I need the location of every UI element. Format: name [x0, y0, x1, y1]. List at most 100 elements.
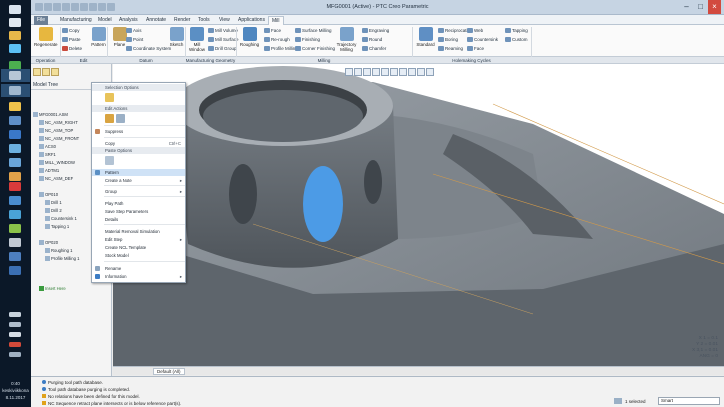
- menu-item-details[interactable]: Details: [92, 216, 185, 223]
- tree-row[interactable]: Countersink 1: [45, 215, 77, 222]
- tree-row[interactable]: ADTM1: [39, 167, 59, 174]
- menu-item-suppress[interactable]: Suppress: [92, 128, 185, 135]
- custom-button[interactable]: Custom: [505, 37, 528, 42]
- tree-row[interactable]: SRF1: [39, 151, 56, 158]
- maximize-icon[interactable]: □: [694, 0, 707, 14]
- menu-item-save-step-parameters[interactable]: Save Step Parameters: [92, 208, 185, 215]
- tapping-button[interactable]: Tapping: [505, 28, 528, 33]
- roughing-button[interactable]: Roughing: [238, 26, 261, 53]
- tree-row[interactable]: Profile Milling 1: [45, 255, 79, 262]
- annotation-display-icon[interactable]: [426, 68, 434, 76]
- tree-row[interactable]: OP010: [39, 191, 58, 198]
- mill-window-button[interactable]: Mill Window: [187, 26, 207, 53]
- menu-item-rename[interactable]: Rename: [92, 265, 185, 272]
- graphics-area[interactable]: X 1 = 0.1 Y 2 = 0.01 X 3,1 = 0.01 ANG = …: [113, 64, 724, 366]
- tray-cloud-icon[interactable]: [9, 322, 21, 327]
- tray-network-icon[interactable]: [9, 312, 21, 317]
- menu-item-create-note[interactable]: Create a Note ▸: [92, 177, 185, 184]
- selection-filter-dropdown[interactable]: Smart: [658, 397, 720, 405]
- taskbar-app-icon[interactable]: [9, 252, 21, 261]
- tree-row[interactable]: Drill 2: [45, 207, 62, 214]
- highlighted-hole[interactable]: [303, 166, 343, 242]
- group-operation[interactable]: Operation: [31, 57, 60, 64]
- datum-display-icon[interactable]: [408, 68, 416, 76]
- paste-button[interactable]: Paste: [62, 37, 81, 42]
- web-button[interactable]: Web: [467, 28, 483, 33]
- tree-row[interactable]: OP020: [39, 239, 58, 246]
- regenerate-button[interactable]: Regenerate: [34, 26, 58, 53]
- taskbar-app-icon[interactable]: [9, 196, 21, 205]
- tab-file[interactable]: File: [34, 16, 49, 25]
- tray-volume-icon[interactable]: [9, 332, 21, 337]
- tab-analysis[interactable]: Analysis: [116, 16, 141, 25]
- group-milling[interactable]: Milling: [236, 57, 412, 64]
- windows-start-icon[interactable]: [9, 5, 21, 14]
- tray-notification-icon[interactable]: [9, 342, 21, 347]
- insert-here-row[interactable]: Insert Here: [39, 285, 66, 292]
- tab-mill[interactable]: Mill: [268, 16, 284, 25]
- taskbar-app-icon[interactable]: [9, 172, 21, 181]
- tray-time[interactable]: 0:40: [0, 381, 31, 386]
- menu-item-information[interactable]: Information ▸: [92, 273, 185, 280]
- minimize-icon[interactable]: –: [680, 0, 693, 14]
- menu-item-create-template[interactable]: Create NCL Template: [92, 244, 185, 251]
- display-style-icon[interactable]: [381, 68, 389, 76]
- tab-tools[interactable]: Tools: [195, 16, 213, 25]
- round-button[interactable]: Round: [362, 37, 382, 42]
- tray-keyboard-icon[interactable]: [9, 352, 21, 357]
- taskbar-app-icon[interactable]: [9, 224, 21, 233]
- taskbar-app-icon[interactable]: [9, 238, 21, 247]
- menu-item-material-removal[interactable]: Material Removal Simulation: [92, 228, 185, 235]
- tree-row[interactable]: NC_ASM_FRONT: [39, 135, 79, 142]
- taskbar-app-icon[interactable]: [9, 210, 21, 219]
- taskbar-app-icon[interactable]: [9, 158, 21, 167]
- tree-row[interactable]: NC_ASM_RIGHT: [39, 119, 78, 126]
- delete-button[interactable]: Delete: [62, 46, 82, 51]
- reaming-button[interactable]: Reaming: [438, 46, 463, 51]
- drill-group-button[interactable]: Drill Group: [208, 46, 237, 51]
- repaint-icon[interactable]: [372, 68, 380, 76]
- layer-state-tab[interactable]: Default (All): [153, 368, 185, 375]
- boring-button[interactable]: Boring: [438, 37, 458, 42]
- close-icon[interactable]: ×: [708, 0, 721, 14]
- tree-filter-icon[interactable]: [42, 68, 50, 76]
- tree-row[interactable]: ACS0: [39, 143, 56, 150]
- tree-settings-icon[interactable]: [33, 68, 41, 76]
- taskbar-app-icon[interactable]: [9, 130, 21, 139]
- taskbar-app-icon[interactable]: [9, 31, 21, 40]
- face-milling-button[interactable]: Face: [264, 28, 281, 33]
- taskbar-app-icon[interactable]: [9, 86, 21, 95]
- trajectory-milling-button[interactable]: Trajectory Milling: [333, 26, 360, 53]
- taskbar-app-icon[interactable]: [9, 44, 21, 53]
- tree-row[interactable]: MILL_WINDOW: [39, 159, 75, 166]
- taskbar-app-icon[interactable]: [9, 116, 21, 125]
- edit-icon[interactable]: [116, 114, 125, 123]
- axis-button[interactable]: Axis: [126, 28, 142, 33]
- group-datum[interactable]: Datum: [107, 57, 185, 64]
- tab-view[interactable]: View: [216, 16, 233, 25]
- tab-annotate[interactable]: Annotate: [143, 16, 169, 25]
- tree-row[interactable]: Tapping 1: [45, 223, 69, 230]
- menu-item-pattern[interactable]: Pattern: [92, 169, 185, 176]
- face-hole-button[interactable]: Face: [467, 46, 484, 51]
- zoom-in-icon[interactable]: [354, 68, 362, 76]
- selection-option-icon[interactable]: [105, 93, 114, 102]
- tree-row[interactable]: NC_ASM_DEF: [39, 175, 73, 182]
- group-edit[interactable]: Edit: [60, 57, 107, 64]
- re-rough-button[interactable]: Re-rough: [264, 37, 290, 42]
- countersink-button[interactable]: Countersink: [467, 37, 498, 42]
- tree-row[interactable]: MFG0001.ASM: [33, 111, 68, 118]
- mill-surface-button[interactable]: Mill Surface: [208, 37, 239, 42]
- group-manufacturing-geometry[interactable]: Manufacturing Geometry: [185, 57, 236, 64]
- tab-model-tree[interactable]: Model Tree: [33, 82, 58, 88]
- tree-row[interactable]: Roughing 1: [45, 247, 72, 254]
- menu-item-copy[interactable]: Copy Ctrl+C: [92, 140, 185, 147]
- menu-item-edit-step[interactable]: Edit Step ▸: [92, 236, 185, 243]
- profile-milling-button[interactable]: Profile Milling: [264, 46, 298, 51]
- corner-finishing-button[interactable]: Corner Finishing: [295, 46, 335, 51]
- refit-icon[interactable]: [345, 68, 353, 76]
- tab-render[interactable]: Render: [171, 16, 193, 25]
- taskbar-app-icon[interactable]: [9, 266, 21, 275]
- part-3d-view[interactable]: [113, 64, 724, 366]
- tree-show-icon[interactable]: [51, 68, 59, 76]
